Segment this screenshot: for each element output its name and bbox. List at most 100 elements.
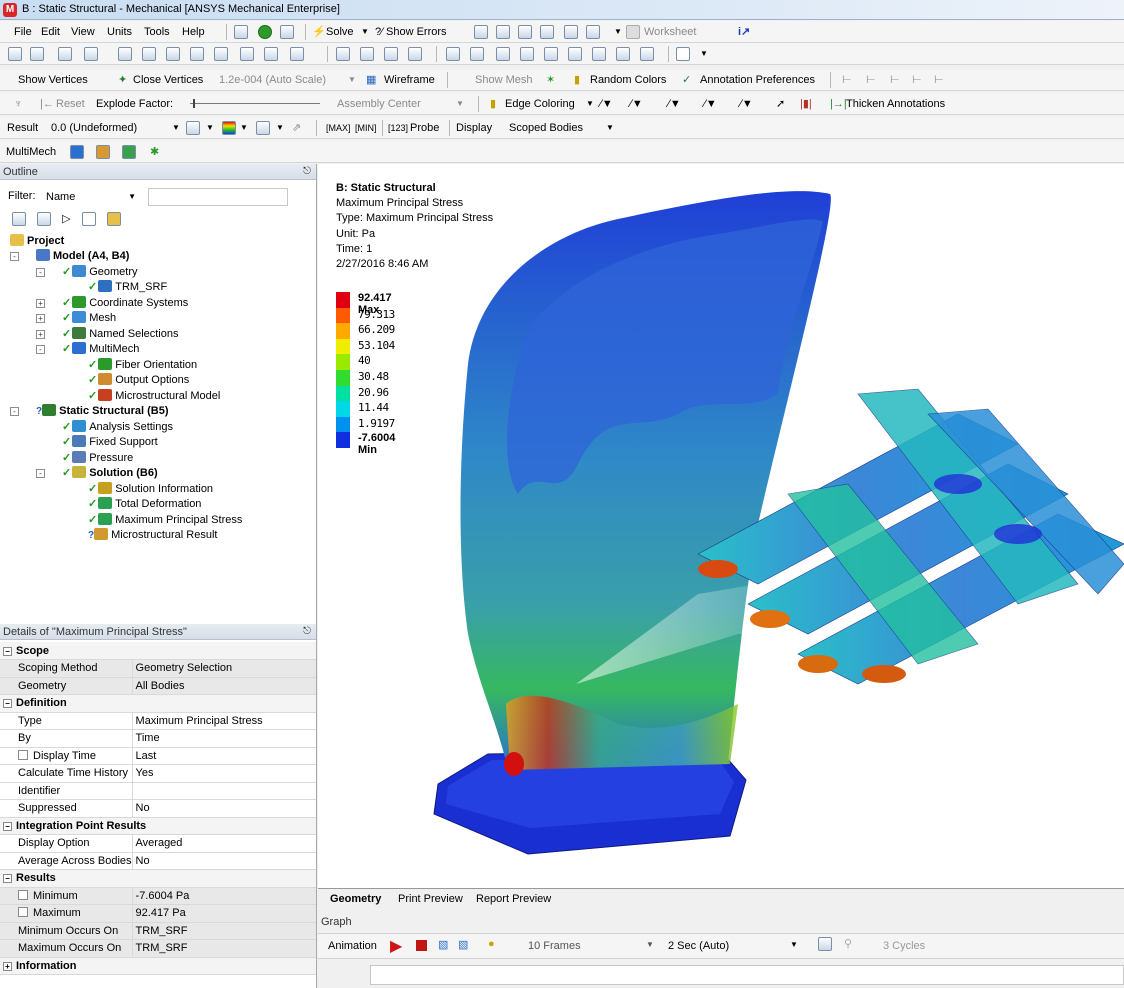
iso-view-icon[interactable]	[592, 46, 606, 62]
distributed-frames-icon[interactable]: ▧	[438, 938, 448, 951]
rotate-icon[interactable]	[336, 46, 350, 62]
tree-node-project[interactable]: Project	[10, 234, 64, 249]
zoom-fit-icon[interactable]	[446, 46, 460, 62]
details-value[interactable]: 92.417 Pa	[136, 907, 186, 919]
details-row[interactable]: Maximum Occurs On TRM_SRF	[0, 939, 316, 958]
select-icon[interactable]	[8, 46, 22, 62]
wireframe-button[interactable]: Wireframe	[384, 72, 435, 88]
show-vertices-button[interactable]: Show Vertices	[18, 72, 88, 88]
result-frames-icon[interactable]: ▧	[458, 938, 468, 951]
point-icon[interactable]	[58, 46, 72, 62]
explode-factor-slider-thumb[interactable]	[193, 99, 195, 108]
details-row[interactable]: Display Option Averaged	[0, 834, 316, 853]
export-video-icon[interactable]	[818, 937, 832, 951]
details-row[interactable]: Maximum 92.417 Pa	[0, 904, 316, 923]
element-icon[interactable]	[264, 46, 278, 62]
element-face-icon[interactable]	[240, 46, 254, 62]
tree-node-microstructural-model[interactable]: ✓ Microstructural Model	[88, 389, 220, 404]
tree-expander-geometry[interactable]: -	[36, 268, 45, 277]
multimech-fiber-icon[interactable]: ✱	[150, 144, 159, 160]
edge-coloring-button[interactable]: Edge Coloring	[505, 96, 575, 112]
menu-tools[interactable]: Tools	[144, 24, 170, 40]
details-row[interactable]: Type Maximum Principal Stress	[0, 712, 316, 730]
min-label-icon[interactable]: [MIN]	[355, 120, 377, 136]
solve-lightning-icon[interactable]: ⚡	[312, 24, 326, 40]
contour-dropdown-icon[interactable]: ▼	[240, 120, 248, 136]
zoom-box-icon[interactable]	[408, 46, 422, 62]
menu-edit[interactable]: Edit	[41, 24, 60, 40]
details-value[interactable]: TRM_SRF	[136, 942, 188, 954]
details-row[interactable]: Calculate Time History Yes	[0, 764, 316, 783]
collapse-icon[interactable]: −	[3, 874, 12, 884]
multimech-wave-icon[interactable]	[70, 144, 84, 160]
tab-print-preview[interactable]: Print Preview	[398, 891, 463, 907]
edges-display-icon[interactable]	[256, 120, 270, 136]
filter-dropdown-icon[interactable]: ▼	[128, 189, 136, 205]
details-pin-icon[interactable]: ⎋	[303, 624, 311, 640]
thicken-annotations-button[interactable]: Thicken Annotations	[846, 96, 945, 112]
explode-factor-slider[interactable]	[190, 103, 320, 104]
tab-geometry[interactable]: Geometry	[330, 891, 381, 907]
details-group[interactable]: + Information	[0, 957, 316, 975]
details-group[interactable]: − Integration Point Results	[0, 817, 316, 835]
zoom-icon[interactable]	[384, 46, 398, 62]
tree-node-trm-srf[interactable]: ✓ TRM_SRF	[88, 280, 167, 295]
details-row[interactable]: Identifier	[0, 782, 316, 800]
face-select-icon[interactable]	[84, 46, 98, 62]
details-row[interactable]: Suppressed No	[0, 799, 316, 818]
menu-help[interactable]: Help	[182, 24, 205, 40]
scale-dropdown-icon[interactable]: ▼	[348, 72, 356, 88]
annotation-icon[interactable]	[564, 24, 578, 40]
tree-node-maximum-principal-stress[interactable]: ✓ Maximum Principal Stress	[88, 513, 243, 528]
assembly-center-dropdown-icon[interactable]: ▼	[456, 96, 464, 112]
details-row[interactable]: Average Across Bodies No	[0, 852, 316, 870]
close-vertices-button[interactable]: Close Vertices	[133, 72, 203, 88]
tree-node-pressure[interactable]: ✓ Pressure	[62, 451, 133, 466]
filter-search-input[interactable]	[148, 188, 288, 206]
tree-node-geometry[interactable]: ✓ Geometry	[62, 265, 138, 280]
axis-icon-1[interactable]: ⊢	[842, 72, 852, 88]
details-row[interactable]: Minimum Occurs On TRM_SRF	[0, 922, 316, 940]
tree-node-coordinate-systems[interactable]: ✓ Coordinate Systems	[62, 296, 188, 311]
tree-node-output-options[interactable]: ✓ Output Options	[88, 373, 189, 388]
menu-file[interactable]: File	[14, 24, 32, 40]
tree-expander-static-structural[interactable]: -	[10, 407, 19, 416]
update-icon[interactable]	[280, 24, 294, 40]
graphics-viewport[interactable]: B: Static Structural Maximum Principal S…	[318, 164, 1124, 888]
axis-icon-3[interactable]: ⊢	[890, 72, 900, 88]
viewport-layout-icon[interactable]	[676, 46, 690, 62]
assembly-center-dropdown[interactable]: Assembly Center	[337, 96, 421, 112]
edge-icon-5[interactable]: ∕▼	[740, 96, 753, 112]
tree-node-solution-information[interactable]: ✓ Solution Information	[88, 482, 213, 497]
worksheet-icon[interactable]	[626, 24, 640, 40]
details-row[interactable]: Scoping Method Geometry Selection	[0, 659, 316, 678]
max-label-icon[interactable]: [MAX]	[326, 120, 351, 136]
new-section-plane-icon[interactable]	[234, 24, 248, 40]
contour-icon[interactable]	[222, 120, 236, 136]
tree-expander-solution[interactable]: -	[36, 469, 45, 478]
vertex-select-icon[interactable]	[118, 46, 132, 62]
frames-dropdown[interactable]: 10 Frames	[528, 940, 581, 952]
zoom-out-icon[interactable]	[520, 46, 534, 62]
axis-icon-2[interactable]: ⊢	[866, 72, 876, 88]
parameter-checkbox[interactable]	[18, 749, 28, 760]
refresh-icon[interactable]	[12, 212, 26, 227]
collapse-icon[interactable]: −	[3, 646, 12, 656]
geometry-display-icon[interactable]	[186, 120, 200, 136]
details-row[interactable]: By Time	[0, 729, 316, 748]
details-row[interactable]: Minimum -7.6004 Pa	[0, 887, 316, 905]
set-view-icon[interactable]	[616, 46, 630, 62]
show-mesh-button[interactable]: Show Mesh	[475, 72, 532, 88]
multimech-model-icon[interactable]	[96, 144, 110, 160]
details-value[interactable]: Maximum Principal Stress	[136, 715, 263, 727]
tag-icon[interactable]	[640, 46, 654, 62]
explode-icon[interactable]: ♆	[14, 96, 22, 112]
details-value[interactable]: Last	[136, 750, 157, 762]
tree-node-microstructural-result[interactable]: ? Microstructural Result	[88, 528, 217, 543]
edge-icon-2[interactable]: ∕▼	[630, 96, 643, 112]
multimech-cube-icon[interactable]	[122, 144, 136, 160]
viewport-dropdown-icon[interactable]: ▼	[700, 46, 708, 62]
check-icon[interactable]	[258, 24, 272, 40]
play-icon[interactable]: ▶	[390, 936, 402, 956]
tree-expander-named-selections[interactable]: +	[36, 330, 45, 339]
